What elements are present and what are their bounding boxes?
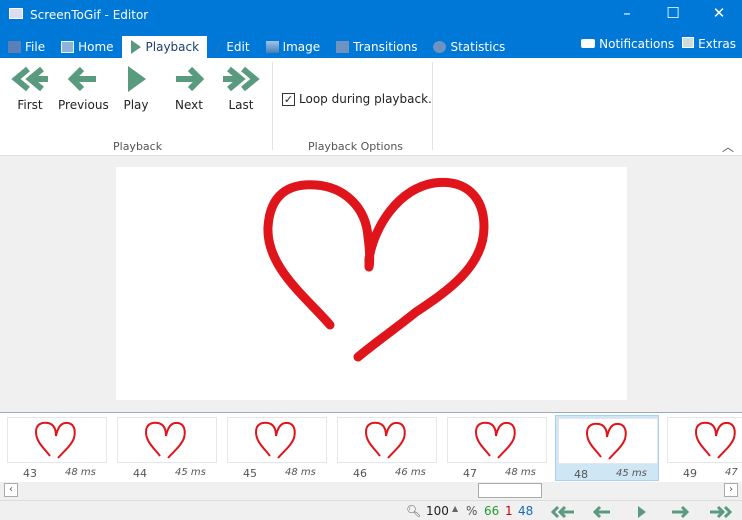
tab-file[interactable]: File	[0, 36, 53, 58]
frame-number: 44	[133, 467, 147, 480]
minimize-button[interactable]: –	[604, 4, 650, 26]
zoom-icon: 🔍︎	[406, 504, 422, 518]
info-icon	[433, 41, 447, 53]
frame-thumbnail[interactable]: 47 48 ms	[445, 415, 549, 481]
ribbon: First Previous Play Next Last Playback ✓…	[0, 58, 742, 156]
first-frame-button[interactable]	[550, 505, 574, 519]
frame-preview	[116, 167, 627, 400]
previous-button[interactable]: Previous	[58, 66, 109, 112]
frame-number: 48	[574, 468, 588, 481]
thumbnail-image	[667, 417, 742, 463]
thumbnail-image	[558, 418, 658, 464]
frame-number: 46	[353, 467, 367, 480]
extras-icon	[682, 37, 695, 48]
last-frame-button[interactable]	[710, 505, 733, 519]
scroll-thumb[interactable]	[478, 483, 542, 498]
frame-delay: 45 ms	[616, 468, 647, 479]
zoom-stepper[interactable]: ▲	[452, 504, 458, 513]
selected-frames: 1	[505, 504, 513, 518]
divider	[272, 62, 273, 150]
canvas-area	[0, 157, 742, 412]
maximize-button[interactable]: ☐	[650, 4, 696, 26]
status-bar: 🔍︎ 100 ▲ % 66 1 48	[0, 500, 742, 520]
frame-delay: 48 ms	[285, 467, 316, 478]
group-options-label: Playback Options	[308, 140, 404, 153]
scroll-left-button[interactable]: ‹	[4, 483, 18, 497]
thumbnail-image	[117, 417, 217, 463]
frame-delay: 45 ms	[175, 467, 206, 478]
thumbnail-image	[337, 417, 437, 463]
tab-image[interactable]: Image	[258, 36, 329, 58]
frame-thumbnail[interactable]: 45 48 ms	[225, 415, 329, 481]
app-icon	[9, 8, 23, 19]
arrow-left-icon	[68, 66, 96, 92]
thumbnail-image	[227, 417, 327, 463]
total-frames: 66	[484, 504, 500, 518]
thumbnail-image	[7, 417, 107, 463]
tab-home[interactable]: Home	[53, 36, 121, 58]
current-frame: 48	[518, 504, 534, 518]
tab-edit[interactable]: ╱ Edit	[207, 36, 257, 58]
percent-label: %	[466, 504, 478, 518]
tab-statistics[interactable]: Statistics	[425, 36, 513, 58]
frame-thumbnail[interactable]: 44 45 ms	[115, 415, 219, 481]
home-icon	[61, 41, 75, 53]
double-arrow-left-icon	[11, 66, 48, 92]
frame-number: 45	[243, 467, 257, 480]
double-arrow-right-icon	[223, 66, 260, 92]
transitions-icon	[336, 41, 350, 53]
frame-number: 49	[683, 467, 697, 480]
scroll-right-button[interactable]: ›	[724, 483, 738, 497]
window-title: ScreenToGif - Editor	[30, 8, 149, 22]
heart-drawing	[263, 177, 489, 362]
divider	[432, 62, 433, 150]
play-button[interactable]: Play	[111, 66, 161, 112]
play-frame-button[interactable]	[638, 506, 646, 518]
image-icon	[265, 41, 279, 53]
notifications-button[interactable]: Notifications	[581, 37, 674, 51]
collapse-ribbon-icon[interactable]: ︿	[722, 138, 734, 155]
arrow-right-icon	[176, 66, 204, 92]
last-button[interactable]: Last	[216, 66, 266, 112]
group-playback-label: Playback	[113, 140, 163, 153]
tab-playback[interactable]: Playback	[121, 36, 208, 58]
frame-thumbnail[interactable]: 49 47	[665, 415, 742, 481]
close-button[interactable]: ✕	[696, 4, 742, 26]
play-icon	[130, 40, 141, 54]
horizontal-scrollbar[interactable]: ‹ ›	[0, 482, 742, 498]
save-icon	[8, 41, 21, 53]
loop-checkbox[interactable]: ✓ Loop during playback.	[282, 92, 432, 106]
checkbox-icon: ✓	[282, 92, 295, 106]
frame-thumbnail[interactable]: 48 45 ms	[555, 415, 659, 481]
frame-number: 43	[23, 467, 37, 480]
frame-delay: 47	[725, 467, 738, 478]
frame-delay: 48 ms	[505, 467, 536, 478]
play-icon	[128, 66, 146, 92]
extras-button[interactable]: Extras	[682, 37, 736, 51]
frame-thumbnail[interactable]: 43 48 ms	[5, 415, 109, 481]
zoom-value[interactable]: 100	[426, 504, 449, 518]
previous-frame-button[interactable]	[592, 505, 610, 519]
tab-transitions[interactable]: Transitions	[328, 36, 425, 58]
frame-strip: 43 48 ms 44 45 ms 45 48 ms 46 46 ms 47 48 ms 48 45 …	[0, 412, 742, 482]
frame-delay: 46 ms	[395, 467, 426, 478]
notification-icon	[581, 39, 596, 48]
next-frame-button[interactable]	[672, 505, 690, 519]
thumbnail-image	[447, 417, 547, 463]
next-button[interactable]: Next	[164, 66, 214, 112]
pencil-icon: ╱	[215, 40, 223, 54]
title-bar: ScreenToGif - Editor – ☐ ✕ File Home Pla…	[0, 0, 742, 58]
frame-number: 47	[463, 467, 477, 480]
frame-delay: 48 ms	[65, 467, 96, 478]
frame-thumbnail[interactable]: 46 46 ms	[335, 415, 439, 481]
first-button[interactable]: First	[5, 66, 55, 112]
